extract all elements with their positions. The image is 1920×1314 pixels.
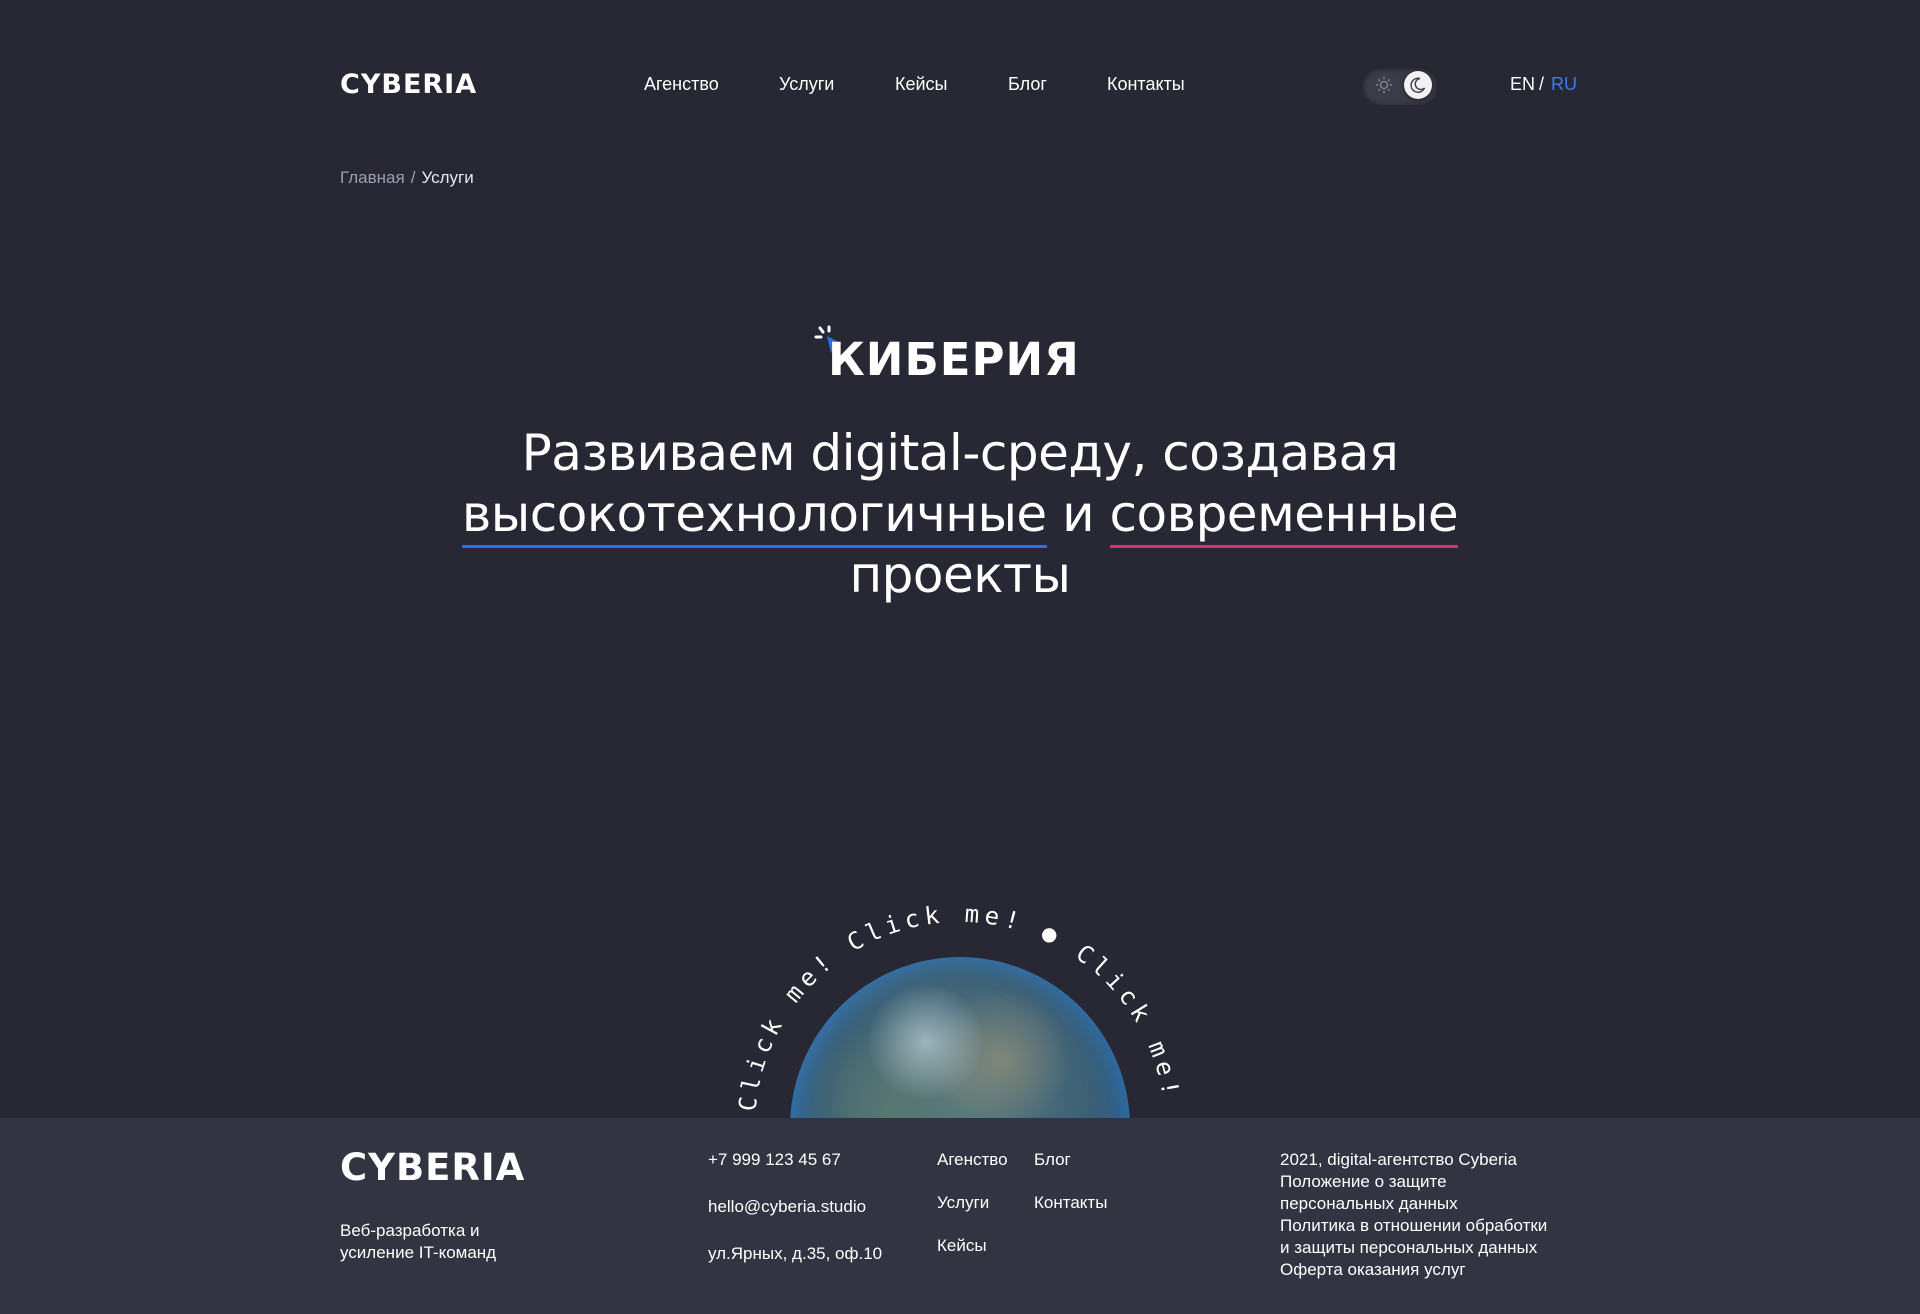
nav-cases[interactable]: Кейсы <box>895 72 948 96</box>
circular-click-text[interactable]: Click me! Click me! ● Click me! Click me… <box>733 900 1187 1120</box>
footer-link-contacts[interactable]: Контакты <box>1034 1192 1107 1214</box>
nav-services[interactable]: Услуги <box>779 72 834 96</box>
headline-highlight-blue: высокотехнологичные <box>461 485 1047 548</box>
svg-text:Click me! Click me! ● Click me: Click me! Click me! ● Click me! Click me… <box>733 900 1187 1120</box>
breadcrumb-home[interactable]: Главная <box>340 168 405 187</box>
breadcrumb: Главная / Услуги <box>340 167 474 189</box>
footer-logo[interactable]: CYBERIA <box>340 1148 525 1188</box>
sun-icon <box>1375 76 1393 94</box>
footer-link-blog[interactable]: Блог <box>1034 1149 1071 1171</box>
footer-link-cases[interactable]: Кейсы <box>937 1235 987 1257</box>
footer-copyright: 2021, digital-агентство Cyberia <box>1280 1150 1517 1169</box>
footer-legal: 2021, digital-агентство Cyberia Положени… <box>1280 1149 1547 1281</box>
breadcrumb-separator: / <box>410 168 416 187</box>
header-logo[interactable]: CYBERIA <box>340 70 477 100</box>
footer-offer-link[interactable]: Оферта оказания услуг <box>1280 1259 1547 1281</box>
click-me-globe[interactable]: Click me! Click me! ● Click me! Click me… <box>680 860 1240 1120</box>
breadcrumb-current: Услуги <box>421 168 474 187</box>
tagline-line1: Веб-разработка и <box>340 1221 480 1240</box>
headline-connector: и <box>1062 485 1095 543</box>
hero-logo-text: КИБЕРИЯ <box>828 333 1080 386</box>
theme-toggle[interactable] <box>1362 66 1438 104</box>
footer-phone[interactable]: +7 999 123 45 67 <box>708 1149 841 1171</box>
footer-link-agency[interactable]: Агенство <box>937 1149 1008 1171</box>
hero-headline: Развиваем digital-среду, создавая высоко… <box>300 423 1620 606</box>
footer-policy-link[interactable]: Политика в отношении обработки и защиты … <box>1280 1215 1547 1259</box>
footer-email[interactable]: hello@cyberia.studio <box>708 1196 866 1218</box>
privacy-line2: персональных данных <box>1280 1194 1458 1213</box>
policy-line2: и защиты персональных данных <box>1280 1238 1538 1257</box>
footer-link-services[interactable]: Услуги <box>937 1192 989 1214</box>
privacy-line1: Положение о защите <box>1280 1172 1447 1191</box>
lang-en[interactable]: EN <box>1510 72 1535 96</box>
headline-part2: проекты <box>849 546 1071 604</box>
circular-text-ring[interactable]: Click me! Click me! ● Click me! Click me… <box>680 860 1240 1120</box>
lang-separator: / <box>1539 74 1545 94</box>
footer-address: ул.Ярных, д.35, оф.10 <box>708 1244 883 1263</box>
nav-contacts[interactable]: Контакты <box>1107 72 1185 96</box>
nav-agency[interactable]: Агенство <box>644 72 719 96</box>
hero-logo: КИБЕРИЯ <box>814 325 1114 385</box>
footer <box>0 1118 1920 1314</box>
tagline-line2: усиление IT-команд <box>340 1243 497 1262</box>
toggle-knob[interactable] <box>1404 71 1432 99</box>
lang-ru[interactable]: RU <box>1551 72 1577 96</box>
headline-highlight-pink: современные <box>1109 485 1459 548</box>
policy-line1: Политика в отношении обработки <box>1280 1216 1548 1235</box>
nav-blog[interactable]: Блог <box>1008 72 1047 96</box>
footer-tagline: Веб-разработка и усиление IT-команд <box>340 1220 496 1264</box>
moon-icon <box>1410 77 1426 93</box>
headline-part1: Развиваем digital-среду, создавая <box>521 424 1399 482</box>
footer-privacy-link[interactable]: Положение о защите персональных данных <box>1280 1171 1547 1215</box>
